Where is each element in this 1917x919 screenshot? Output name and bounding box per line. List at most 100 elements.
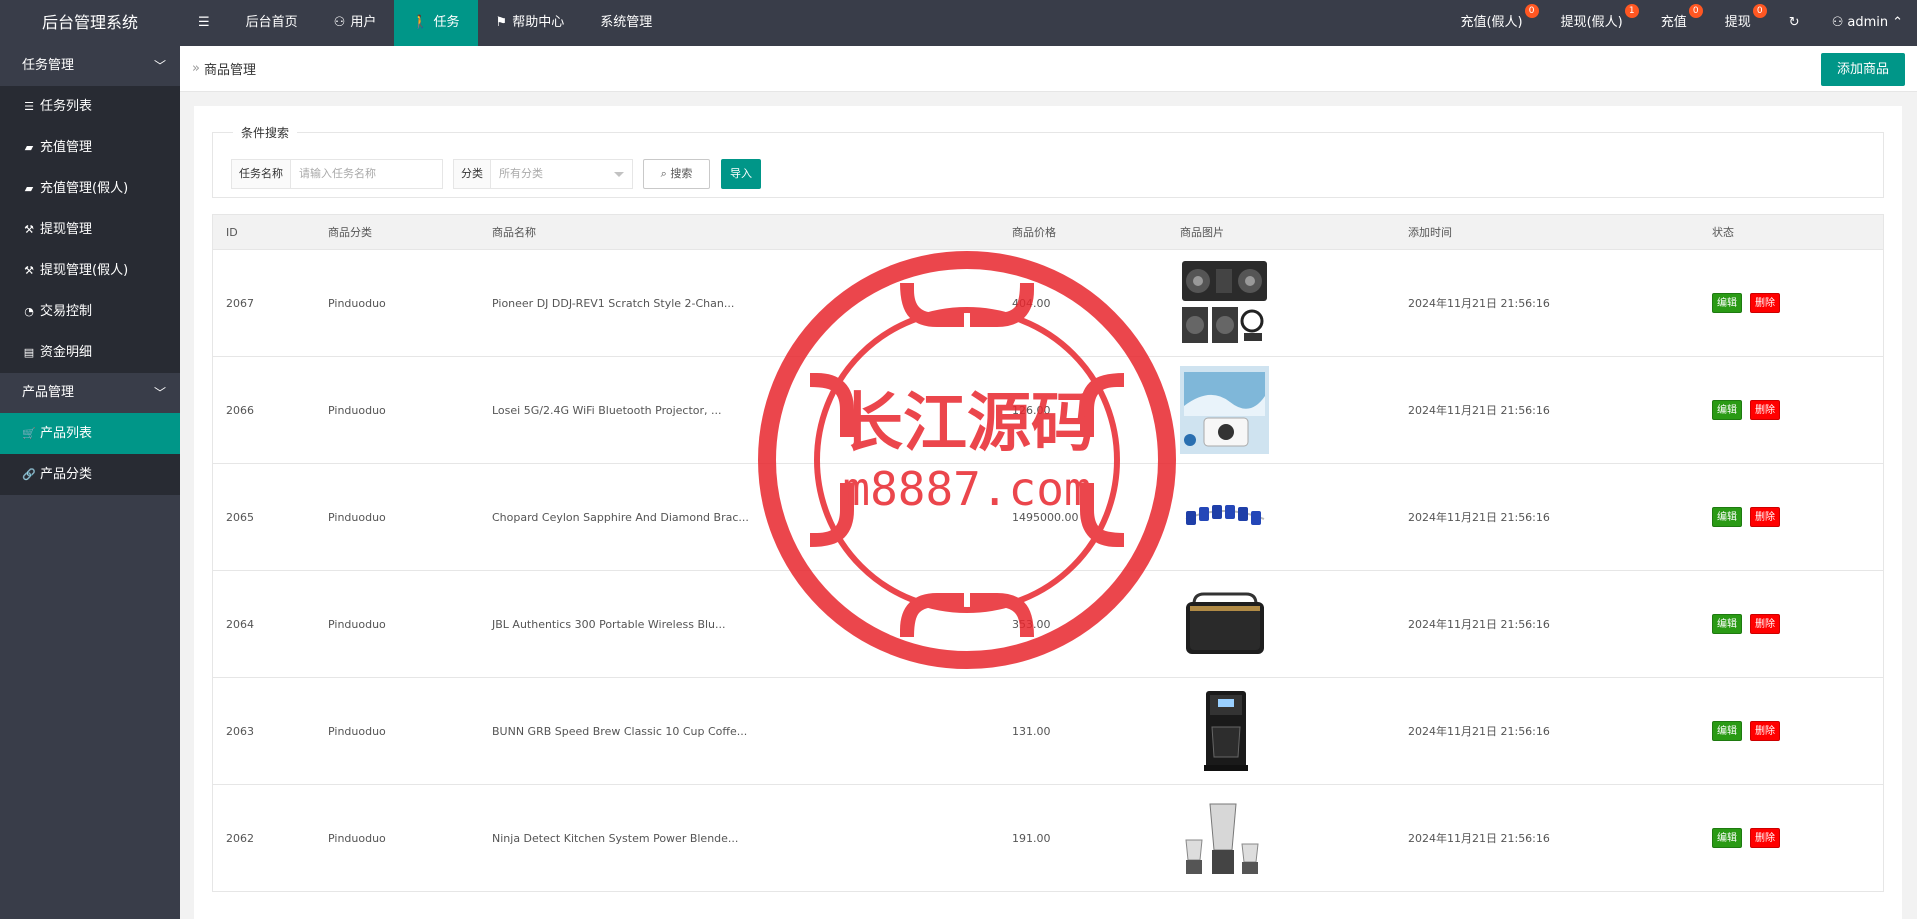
app-title: 后台管理系统 xyxy=(0,0,180,46)
cell-price: 404.00 xyxy=(1012,296,1051,310)
nav-withdraw-fake[interactable]: 提现(假人) 1 xyxy=(1545,0,1645,46)
sidebar-item-label: 产品列表 xyxy=(40,426,93,441)
sidebar-item-withdraw-fake[interactable]: ⚒ 提现管理(假人) xyxy=(0,250,180,291)
cell-id: 2067 xyxy=(226,296,254,310)
menu-icon: ☰ xyxy=(198,15,210,30)
delete-button[interactable]: 删除 xyxy=(1750,614,1780,634)
sidebar-item-recharge-fake[interactable]: ▰ 充值管理(假人) xyxy=(0,168,180,209)
nav-users-label: 用户 xyxy=(350,15,377,30)
sidebar-item-recharge[interactable]: ▰ 充值管理 xyxy=(0,127,180,168)
refresh-icon: ↻ xyxy=(1788,15,1800,30)
header-category: 商品分类 xyxy=(328,226,372,239)
sidebar-item-product-category[interactable]: 🔗 产品分类 xyxy=(0,454,180,495)
cell-name: Pioneer DJ DDJ-REV1 Scratch Style 2-Chan… xyxy=(492,296,735,310)
product-image xyxy=(1180,687,1269,775)
task-name-field: 任务名称 请输入任务名称 xyxy=(231,159,443,189)
add-product-button[interactable]: 添加商品 xyxy=(1820,53,1905,86)
task-name-label: 任务名称 xyxy=(232,160,291,188)
task-name-input[interactable]: 请输入任务名称 xyxy=(291,160,376,188)
cell-name: Ninja Detect Kitchen System Power Blende… xyxy=(492,831,739,845)
top-nav-right: 充值(假人) 0 提现(假人) 1 充值 0 提现 0 ↻ ⚇ admin ⌃ xyxy=(1444,0,1917,46)
edit-button[interactable]: 编辑 xyxy=(1712,614,1742,634)
cell-id: 2066 xyxy=(226,403,254,417)
sidebar-item-trade-control[interactable]: ◔ 交易控制 xyxy=(0,291,180,332)
cell-category: Pinduoduo xyxy=(328,403,386,417)
cell-time: 2024年11月21日 21:56:16 xyxy=(1408,511,1550,524)
nav-home-label: 后台首页 xyxy=(245,15,298,30)
cell-category: Pinduoduo xyxy=(328,296,386,310)
sidebar-group-label: 产品管理 xyxy=(22,385,75,400)
user-menu[interactable]: ⚇ admin ⌃ xyxy=(1816,0,1917,46)
nav-withdraw-fake-label: 提现(假人) xyxy=(1560,15,1623,30)
sidebar-item-withdraw[interactable]: ⚒ 提现管理 xyxy=(0,209,180,250)
sidebar-item-label: 充值管理 xyxy=(40,140,93,155)
sidebar-item-product-list[interactable]: 🛒 产品列表 xyxy=(0,413,180,454)
search-panel: 条件搜索 任务名称 请输入任务名称 分类 所有分类 ⌕ 搜索 导入 xyxy=(212,124,1884,198)
cell-time: 2024年11月21日 21:56:16 xyxy=(1408,297,1550,310)
menu-toggle-button[interactable]: ☰ xyxy=(180,0,228,46)
delete-button[interactable]: 删除 xyxy=(1750,400,1780,420)
chevron-down-icon: ﹀ xyxy=(153,386,166,400)
product-image xyxy=(1180,259,1269,347)
search-button[interactable]: ⌕ 搜索 xyxy=(643,159,710,189)
header-time: 添加时间 xyxy=(1408,226,1452,239)
delete-button[interactable]: 删除 xyxy=(1750,293,1780,313)
import-button[interactable]: 导入 xyxy=(721,159,761,189)
search-icon: ⌕ xyxy=(660,167,667,180)
chat-icon: ▰ xyxy=(24,182,34,195)
sidebar-item-label: 交易控制 xyxy=(40,304,93,319)
refresh-button[interactable]: ↻ xyxy=(1773,0,1816,46)
gauge-icon: ◔ xyxy=(24,305,34,318)
nav-users[interactable]: ⚇ 用户 xyxy=(316,0,395,46)
sidebar-item-task-list[interactable]: ☰ 任务列表 xyxy=(0,86,180,127)
cell-time: 2024年11月21日 21:56:16 xyxy=(1408,404,1550,417)
user-icon: ⚇ xyxy=(333,15,346,30)
user-icon: ⚇ xyxy=(1831,15,1844,30)
cell-actions: 编辑 删除 xyxy=(1699,507,1883,527)
delete-button[interactable]: 删除 xyxy=(1750,507,1780,527)
count-badge: 0 xyxy=(1524,4,1539,18)
edit-button[interactable]: 编辑 xyxy=(1712,400,1742,420)
list-icon: ☰ xyxy=(24,100,34,113)
sidebar-group-tasks[interactable]: 任务管理 ﹀ xyxy=(0,46,180,86)
edit-button[interactable]: 编辑 xyxy=(1712,507,1742,527)
nav-recharge-fake[interactable]: 充值(假人) 0 xyxy=(1444,0,1544,46)
sidebar-item-label: 提现管理 xyxy=(40,222,93,237)
header-id: ID xyxy=(226,225,238,239)
nav-help[interactable]: ⚑ 帮助中心 xyxy=(478,0,583,46)
nav-home[interactable]: 后台首页 xyxy=(228,0,316,46)
breadcrumb: » 商品管理 添加商品 xyxy=(180,46,1917,92)
search-legend: 条件搜索 xyxy=(241,126,290,140)
cell-actions: 编辑 删除 xyxy=(1699,400,1883,420)
table-row: 2067 Pinduoduo Pioneer DJ DDJ-REV1 Scrat… xyxy=(212,250,1884,357)
top-nav: ☰ 后台首页 ⚇ 用户 🚶 任务 ⚑ 帮助中心 系统管理 xyxy=(180,0,670,46)
sidebar-group-label: 任务管理 xyxy=(22,58,75,73)
nav-recharge[interactable]: 充值 0 xyxy=(1645,0,1709,46)
edit-button[interactable]: 编辑 xyxy=(1712,293,1742,313)
sidebar-item-fund-detail[interactable]: ▤ 资金明细 xyxy=(0,332,180,373)
chevron-down-icon: ﹀ xyxy=(153,59,166,73)
sidebar-item-label: 提现管理(假人) xyxy=(40,263,129,278)
cell-actions: 编辑 删除 xyxy=(1699,721,1883,741)
cell-category: Pinduoduo xyxy=(328,510,386,524)
cell-price: 191.00 xyxy=(1012,831,1051,845)
cell-price: 131.00 xyxy=(1012,724,1051,738)
sidebar-submenu-products: 🛒 产品列表 🔗 产品分类 xyxy=(0,413,180,495)
delete-button[interactable]: 删除 xyxy=(1750,721,1780,741)
delete-button[interactable]: 删除 xyxy=(1750,828,1780,848)
nav-withdraw[interactable]: 提现 0 xyxy=(1709,0,1773,46)
sidebar-group-products[interactable]: 产品管理 ﹀ xyxy=(0,373,180,413)
edit-button[interactable]: 编辑 xyxy=(1712,828,1742,848)
category-select[interactable]: 所有分类 xyxy=(491,160,543,188)
link-icon: 🔗 xyxy=(22,468,36,481)
hammer-icon: ⚒ xyxy=(24,223,34,236)
product-image xyxy=(1180,580,1269,668)
nav-tasks[interactable]: 🚶 任务 xyxy=(394,0,478,46)
cell-price: 353.00 xyxy=(1012,617,1051,631)
edit-button[interactable]: 编辑 xyxy=(1712,721,1742,741)
cell-id: 2064 xyxy=(226,617,254,631)
cell-image xyxy=(1167,473,1395,561)
nav-system[interactable]: 系统管理 xyxy=(582,0,670,46)
count-badge: 1 xyxy=(1624,4,1639,18)
product-table: ID 商品分类 商品名称 商品价格 商品图片 添加时间 状态 2067 Pind… xyxy=(212,214,1884,892)
